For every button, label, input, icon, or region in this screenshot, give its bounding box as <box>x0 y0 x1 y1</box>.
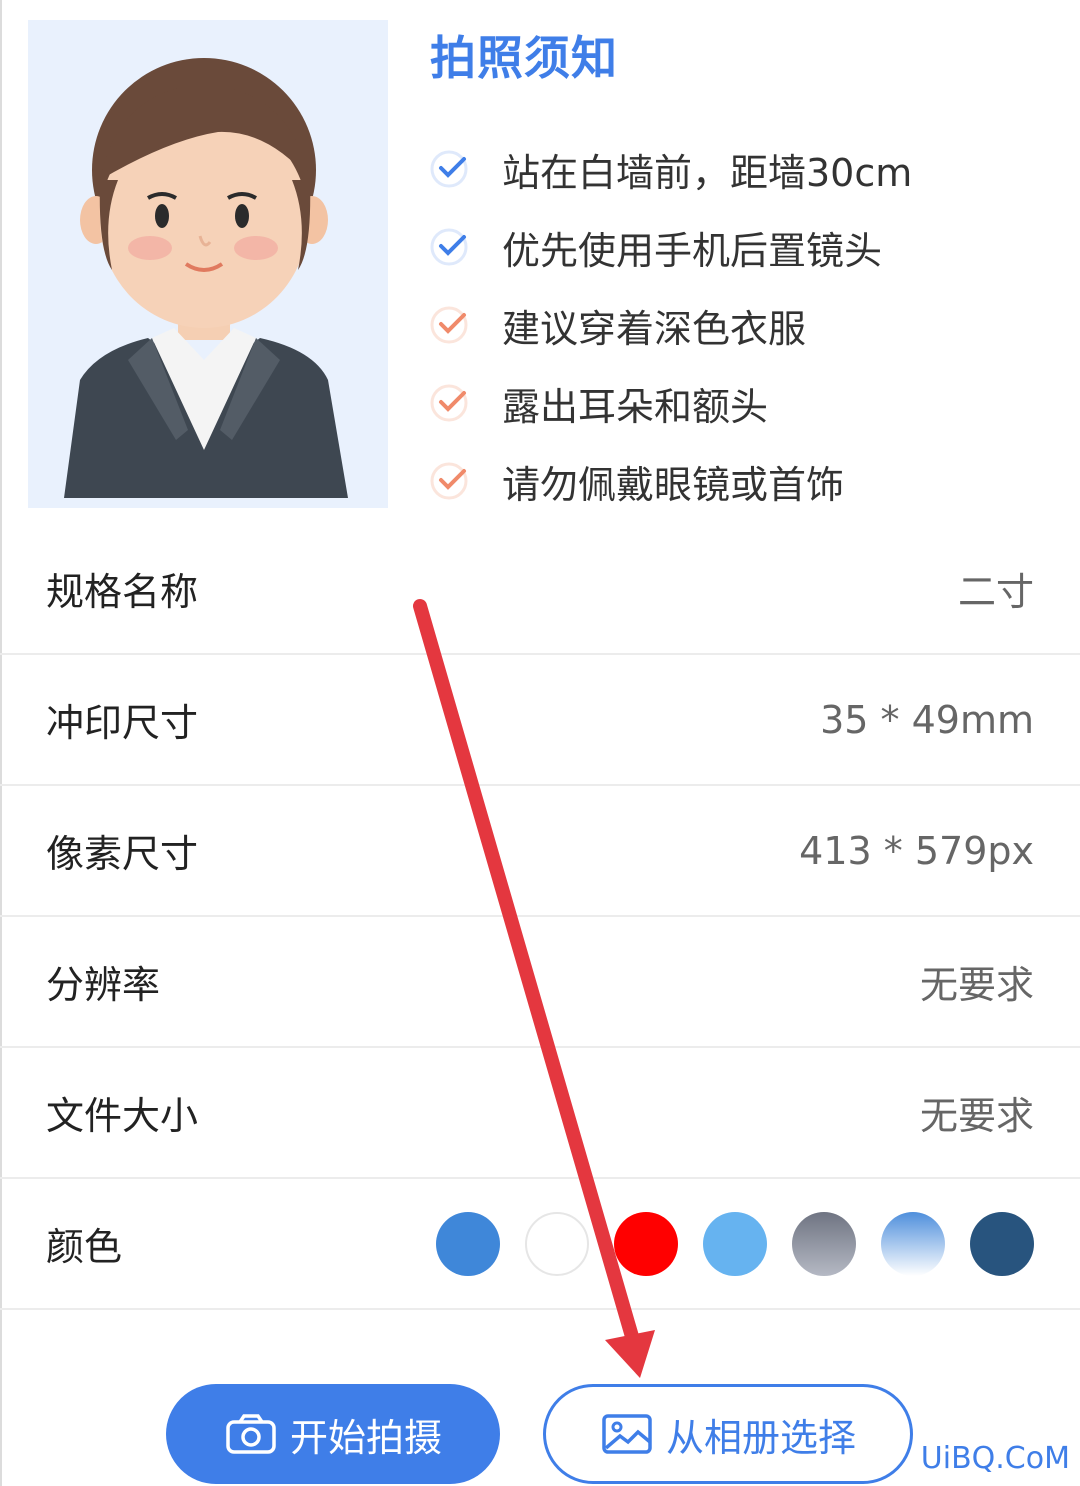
check-circle-icon <box>430 226 472 268</box>
spec-list: 规格名称 二寸 冲印尺寸 35 * 49mm 像素尺寸 413 * 579px … <box>0 524 1080 1310</box>
tip-item: 建议穿着深色衣服 <box>430 286 912 364</box>
tips-title: 拍照须知 <box>430 31 618 85</box>
spec-label: 冲印尺寸 <box>46 701 199 745</box>
spec-value: 413 * 579px <box>799 828 1034 873</box>
color-swatch-light-blue[interactable] <box>703 1211 767 1276</box>
tip-item: 优先使用手机后置镜头 <box>430 208 912 286</box>
tip-text: 建议穿着深色衣服 <box>502 306 807 351</box>
choose-from-album-button[interactable]: 从相册选择 <box>543 1384 913 1484</box>
spec-value: 无要求 <box>919 1094 1034 1138</box>
spec-row-pixel-size: 像素尺寸 413 * 579px <box>0 786 1080 917</box>
tip-item: 露出耳朵和额头 <box>430 364 912 442</box>
spec-row-color: 颜色 <box>0 1179 1080 1310</box>
color-swatch-white[interactable] <box>525 1211 589 1276</box>
color-swatch-dark-blue[interactable] <box>970 1211 1034 1276</box>
check-circle-icon <box>430 382 472 424</box>
avatar-illustration-svg <box>64 58 348 498</box>
spec-value: 35 * 49mm <box>820 697 1034 742</box>
spec-label: 分辨率 <box>46 963 161 1007</box>
spec-value: 无要求 <box>919 963 1034 1007</box>
color-swatch-blue[interactable] <box>436 1211 500 1276</box>
tip-item: 站在白墙前，距墙30cm <box>430 130 912 208</box>
spec-label: 颜色 <box>46 1225 123 1269</box>
spec-row-print-size: 冲印尺寸 35 * 49mm <box>0 655 1080 786</box>
check-circle-icon <box>430 460 472 502</box>
tip-text: 请勿佩戴眼镜或首饰 <box>502 462 845 507</box>
tip-text: 露出耳朵和额头 <box>502 384 769 429</box>
spec-label: 规格名称 <box>46 570 199 614</box>
spec-row-file-size: 文件大小 无要求 <box>0 1048 1080 1179</box>
tip-item: 请勿佩戴眼镜或首饰 <box>430 442 912 520</box>
watermark-text: UiBQ.CoM <box>920 1441 1070 1476</box>
tip-text: 站在白墙前，距墙30cm <box>502 150 913 195</box>
spec-row-resolution: 分辨率 无要求 <box>0 917 1080 1048</box>
start-shoot-label: 开始拍摄 <box>289 1415 442 1460</box>
tips-list: 站在白墙前，距墙30cm 优先使用手机后置镜头 建议穿着深色衣服 露出耳朵和额头… <box>430 130 912 520</box>
start-shoot-button[interactable]: 开始拍摄 <box>166 1384 500 1484</box>
color-swatches <box>436 1211 1034 1276</box>
color-swatch-blue-gradient[interactable] <box>881 1211 945 1276</box>
spec-label: 文件大小 <box>46 1094 199 1138</box>
tip-text: 优先使用手机后置镜头 <box>502 228 883 273</box>
color-swatch-gray-gradient[interactable] <box>792 1211 856 1276</box>
spec-label: 像素尺寸 <box>46 832 199 876</box>
spec-row-name: 规格名称 二寸 <box>0 524 1080 655</box>
camera-icon <box>224 1412 278 1456</box>
check-circle-icon <box>430 148 472 190</box>
sample-photo-illustration <box>28 20 388 508</box>
spec-value: 二寸 <box>957 570 1034 614</box>
check-circle-icon <box>430 304 472 346</box>
color-swatch-red[interactable] <box>614 1211 678 1276</box>
choose-from-album-label: 从相册选择 <box>665 1415 856 1460</box>
image-icon <box>600 1412 654 1456</box>
